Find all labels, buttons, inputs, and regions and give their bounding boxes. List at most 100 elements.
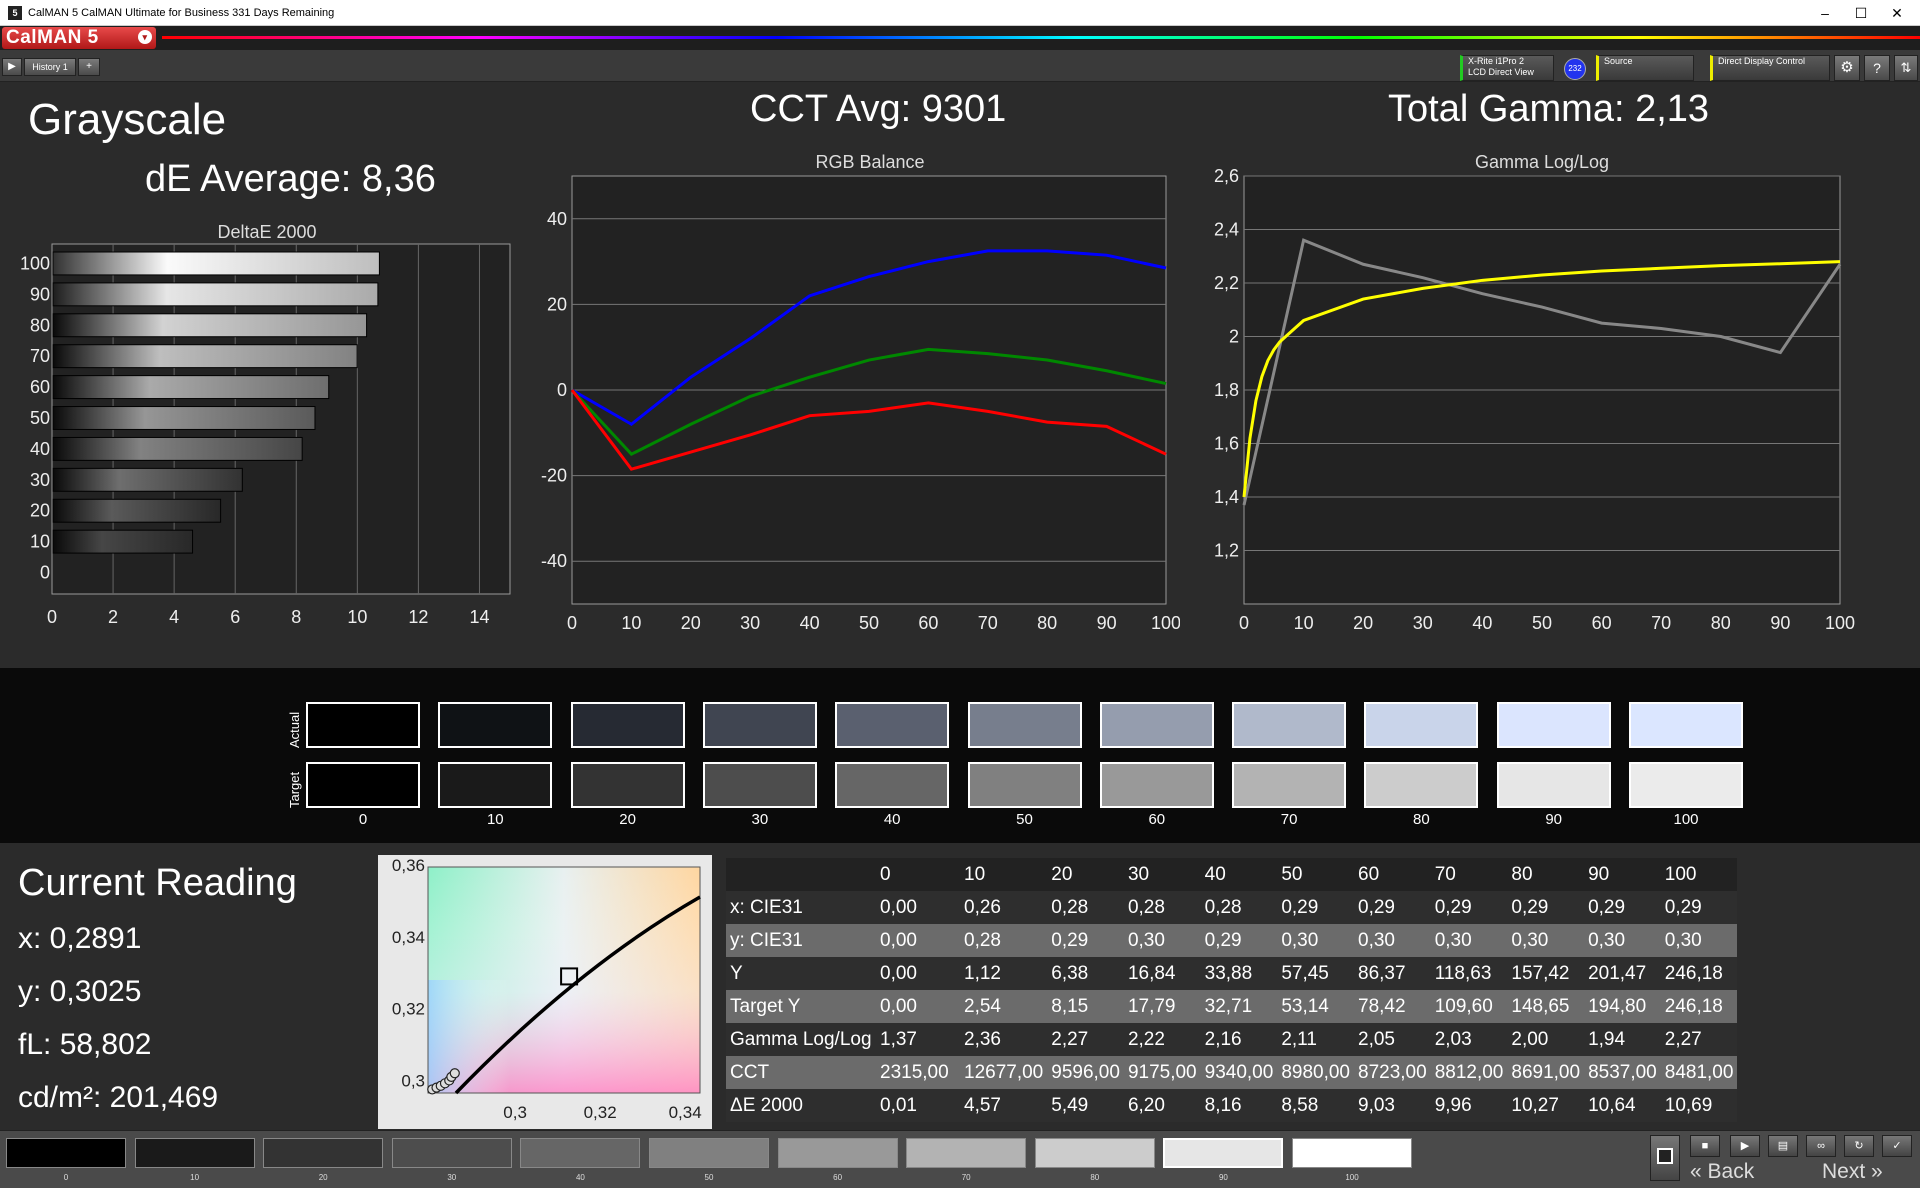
- y-tick-label: -20: [541, 466, 567, 486]
- next-arrow-icon: »: [1871, 1160, 1883, 1183]
- value-cell: 9,03: [1354, 1089, 1431, 1122]
- patch-button-60[interactable]: [777, 1138, 898, 1168]
- value-cell: 0,28: [1123, 891, 1201, 924]
- target-swatch-50: [967, 762, 1082, 808]
- actual-swatch-60: [1099, 702, 1214, 748]
- patch-button-80[interactable]: [1034, 1138, 1155, 1168]
- source-selector[interactable]: Source: [1596, 55, 1694, 81]
- add-tab-icon[interactable]: +: [78, 58, 100, 76]
- swatch-label: 10: [486, 811, 504, 828]
- value-cell: 118,63: [1430, 957, 1508, 990]
- row-label-cell: ΔE 2000: [726, 1089, 876, 1122]
- refresh-icon[interactable]: ↻: [1844, 1135, 1874, 1157]
- table-header-cell: 70: [1430, 858, 1508, 891]
- y-tick-label: 70: [30, 346, 50, 366]
- page-title: Grayscale: [28, 95, 227, 144]
- target-swatch-10: [438, 762, 553, 808]
- stop-icon-button[interactable]: ■: [1690, 1135, 1720, 1157]
- check-icon[interactable]: ✓: [1882, 1135, 1912, 1157]
- color-spectrum-strip: [162, 36, 1920, 39]
- actual-swatch-30: [702, 702, 817, 748]
- play-once-icon[interactable]: ▶: [1730, 1135, 1760, 1157]
- swatch-label: 20: [619, 811, 636, 828]
- expand-icon[interactable]: ⇅: [1894, 55, 1918, 81]
- close-button[interactable]: ✕: [1874, 0, 1920, 26]
- next-button[interactable]: Next »: [1822, 1160, 1883, 1184]
- actual-swatch-80: [1364, 702, 1479, 748]
- deltae-bar-90: [52, 282, 379, 307]
- value-cell: 10,69: [1660, 1089, 1738, 1122]
- logo-text: CalMAN 5: [6, 27, 99, 48]
- target-swatch-80: [1364, 762, 1479, 808]
- value-cell: 2,16: [1200, 1023, 1278, 1056]
- actual-row-label: Actual: [287, 711, 302, 748]
- value-cell: 0,29: [1354, 891, 1431, 924]
- y-tick-label: 60: [30, 377, 50, 397]
- x-tick-label: 80: [1711, 613, 1731, 633]
- value-cell: 0,30: [1277, 924, 1354, 957]
- x-tick-label: 100: [1151, 613, 1180, 633]
- value-cell: 0,28: [1047, 891, 1124, 924]
- value-cell: 8537,00: [1584, 1056, 1661, 1089]
- patch-button-30[interactable]: [391, 1138, 512, 1168]
- help-icon[interactable]: ?: [1864, 55, 1890, 81]
- deltae-bar-80: [52, 313, 368, 338]
- value-cell: 2,27: [1660, 1023, 1738, 1056]
- value-cell: 57,45: [1277, 957, 1354, 990]
- y-tick-label: 10: [30, 532, 50, 552]
- patch-button-20[interactable]: [263, 1138, 384, 1168]
- value-cell: 10,64: [1584, 1089, 1661, 1122]
- cie-y-tick-label: 0,32: [392, 1000, 425, 1019]
- value-cell: 2,22: [1123, 1023, 1201, 1056]
- patch-button-50[interactable]: [649, 1138, 769, 1168]
- logo-dropdown-icon: ▾: [138, 30, 152, 44]
- y-tick-label: 1,2: [1214, 541, 1239, 561]
- loop-icon[interactable]: ∞: [1806, 1135, 1836, 1157]
- y-tick-label: 2: [1229, 327, 1239, 347]
- value-cell: 0,30: [1354, 924, 1431, 957]
- value-cell: 246,18: [1660, 990, 1738, 1023]
- tab-history-1[interactable]: History 1: [24, 58, 76, 76]
- meter-status-badge[interactable]: 232: [1564, 58, 1586, 80]
- target-swatch-30: [702, 762, 817, 808]
- cct-average: CCT Avg: 9301: [750, 88, 1007, 130]
- value-cell: 0,00: [876, 924, 960, 957]
- save-icon[interactable]: ▤: [1768, 1135, 1798, 1157]
- reading-y: y: 0,3025: [18, 975, 142, 1008]
- measurement-table: 0 10 20 30 40 50 60 70 80 90 100 x: CIE31 0,00 0,26 0,…: [726, 858, 1738, 1122]
- value-cell: 10,27: [1507, 1089, 1585, 1122]
- value-cell: 9175,00: [1123, 1056, 1201, 1089]
- display-selector[interactable]: Direct Display Control: [1710, 55, 1830, 81]
- y-tick-label: 2,2: [1214, 273, 1239, 293]
- value-cell: 201,47: [1584, 957, 1661, 990]
- table-header-row: 0 10 20 30 40 50 60 70 80 90 100: [726, 858, 1738, 891]
- y-tick-label: 40: [547, 209, 567, 229]
- calman-logo-menu[interactable]: CalMAN 5 ▾: [2, 27, 156, 49]
- patch-button-90[interactable]: [1163, 1138, 1284, 1168]
- target-swatch-60: [1099, 762, 1214, 808]
- gear-icon[interactable]: ⚙: [1834, 55, 1860, 81]
- stop-measure-button[interactable]: [1650, 1135, 1680, 1181]
- meter-selector[interactable]: X-Rite i1Pro 2 LCD Direct View: [1460, 55, 1554, 81]
- row-label-cell: Target Y: [726, 990, 876, 1023]
- table-header-cell: 90: [1584, 858, 1661, 891]
- table-header-cell: 10: [960, 858, 1048, 891]
- play-icon[interactable]: ▶: [2, 58, 22, 76]
- y-tick-label: 40: [30, 439, 50, 459]
- value-cell: 4,57: [960, 1089, 1048, 1122]
- x-tick-label: 14: [469, 607, 489, 627]
- value-cell: 8,15: [1047, 990, 1124, 1023]
- back-button[interactable]: « Back: [1690, 1160, 1754, 1184]
- patch-button-0[interactable]: [6, 1138, 126, 1168]
- table-row: ΔE 2000 0,01 4,57 5,49 6,20 8,16 8,58 9,03 9,96 1…: [726, 1089, 1738, 1122]
- patch-button-10[interactable]: [134, 1138, 255, 1168]
- patch-button-70[interactable]: [906, 1138, 1027, 1168]
- x-tick-label: 20: [1353, 613, 1373, 633]
- patch-button-100[interactable]: [1292, 1138, 1412, 1168]
- value-cell: 0,29: [1200, 924, 1278, 957]
- deltae-bar-40: [52, 436, 303, 461]
- x-tick-label: 50: [859, 613, 879, 633]
- y-tick-label: 1,8: [1214, 380, 1239, 400]
- cie-y-tick-label: 0,3: [401, 1071, 425, 1090]
- patch-button-40[interactable]: [520, 1138, 641, 1168]
